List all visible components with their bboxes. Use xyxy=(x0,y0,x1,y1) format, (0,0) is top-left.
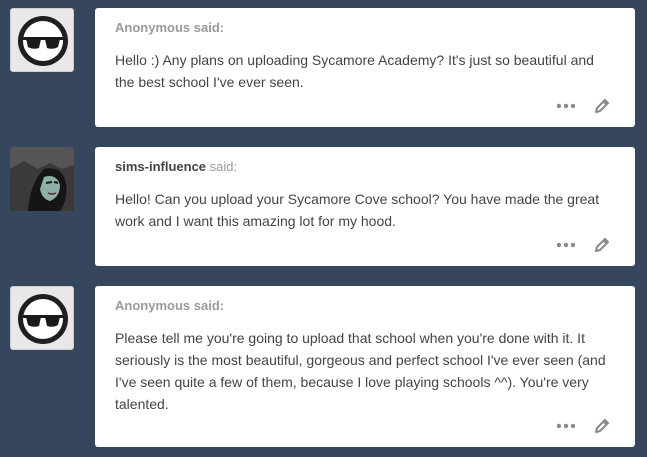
asker-name: Anonymous xyxy=(115,20,191,35)
question-text: Hello :) Any plans on uploading Sycamore… xyxy=(115,52,594,90)
more-options-button[interactable] xyxy=(555,95,577,117)
asker-line: Anonymous said: xyxy=(115,20,224,35)
anonymous-avatar xyxy=(10,286,74,350)
asker-name[interactable]: sims-influence xyxy=(115,159,206,174)
pencil-icon xyxy=(595,419,609,433)
ellipsis-icon xyxy=(556,423,576,429)
edit-button[interactable] xyxy=(591,95,613,117)
pencil-icon xyxy=(595,99,609,113)
more-options-button[interactable] xyxy=(555,234,577,256)
pencil-icon xyxy=(595,238,609,252)
said-label: said: xyxy=(209,159,238,174)
ellipsis-icon xyxy=(556,242,576,248)
question-text: Hello! Can you upload your Sycamore Cove… xyxy=(115,191,600,229)
ellipsis-icon xyxy=(556,103,576,109)
user-avatar[interactable] xyxy=(10,147,74,211)
edit-button[interactable] xyxy=(591,415,613,437)
said-label: said: xyxy=(193,298,225,313)
question-text: Please tell me you're going to upload th… xyxy=(115,330,606,412)
ask-card: Anonymous said: Please tell me you're go… xyxy=(95,286,635,447)
said-label: said: xyxy=(193,20,225,35)
ask-card: sims-influence said: Hello! Can you uplo… xyxy=(95,147,635,266)
sunglasses-avatar-icon xyxy=(18,16,68,66)
more-options-button[interactable] xyxy=(555,415,577,437)
edit-button[interactable] xyxy=(591,234,613,256)
sunglasses-avatar-icon xyxy=(18,294,68,344)
asker-name: Anonymous xyxy=(115,298,191,313)
anonymous-avatar xyxy=(10,8,74,72)
ask-card: Anonymous said: Hello :) Any plans on up… xyxy=(95,8,635,127)
portrait-avatar-icon xyxy=(10,147,74,211)
asker-line: sims-influence said: xyxy=(115,159,237,174)
asker-line: Anonymous said: xyxy=(115,298,224,313)
